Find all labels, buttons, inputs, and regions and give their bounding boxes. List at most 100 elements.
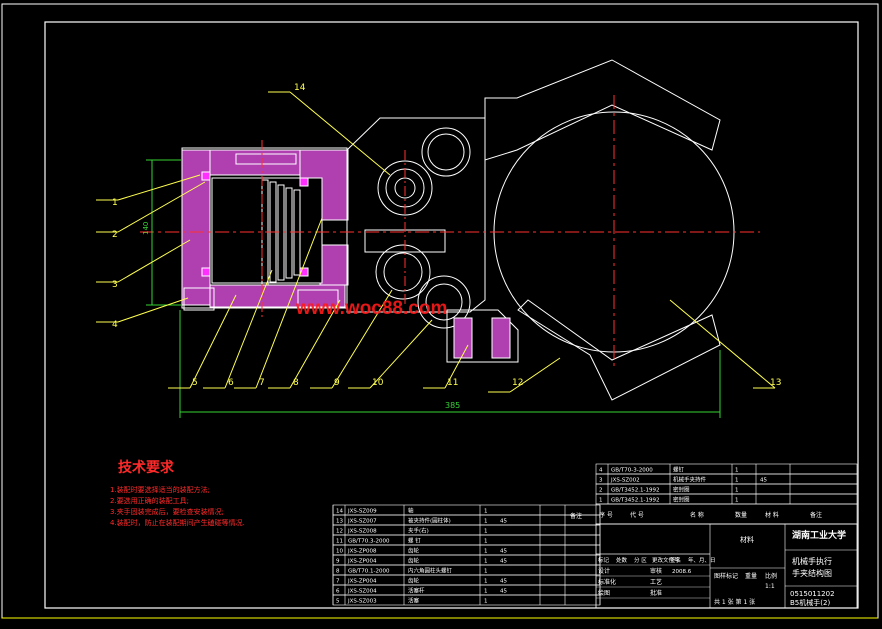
part-name: 齿轮 bbox=[408, 547, 420, 555]
upper-jaw bbox=[484, 59, 721, 161]
part-code: JXS-ZP008 bbox=[347, 549, 377, 555]
gear-upper bbox=[421, 127, 471, 177]
part-qty: 1 bbox=[484, 569, 488, 575]
part-material: 45 bbox=[500, 579, 507, 585]
upper-part-qty: 1 bbox=[735, 468, 739, 474]
tech-requirement-item: 1.装配时要选择适当的装配方法; bbox=[110, 485, 210, 494]
part-name: 被夹持件(圆柱体) bbox=[408, 517, 451, 525]
upper-list-header: 名 称 bbox=[690, 511, 704, 519]
part-name: 轴 bbox=[408, 507, 414, 515]
university-name: 湖南工业大学 bbox=[792, 529, 846, 541]
part-code: JXS-ZP004 bbox=[347, 579, 377, 585]
part-name: 内六角圆柱头螺钉 bbox=[408, 567, 453, 575]
part-qty: 1 bbox=[484, 559, 488, 565]
sheet-info: 共 1 张 第 1 张 bbox=[714, 598, 755, 606]
part-code: JXS-ZP004 bbox=[347, 559, 377, 565]
upper-part-code: GB/T70-3-2000 bbox=[611, 468, 653, 474]
balloon-number: 11 bbox=[447, 378, 458, 388]
upper-part-number: 1 bbox=[599, 498, 603, 504]
balloon-number: 13 bbox=[770, 378, 781, 388]
balloon-number: 14 bbox=[294, 83, 306, 93]
gripper-assembly bbox=[140, 59, 760, 418]
title-row-label: 分 区 bbox=[634, 556, 647, 564]
tech-requirements-title: 技术要求 bbox=[118, 459, 175, 476]
part-name: 齿轮 bbox=[408, 557, 420, 565]
part-number: 10 bbox=[336, 549, 343, 555]
parts-remark-header: 备注 bbox=[570, 512, 582, 520]
balloon-number: 12 bbox=[512, 378, 523, 388]
part-qty: 1 bbox=[484, 509, 488, 515]
part-code: GB/T70.3-2000 bbox=[348, 539, 390, 545]
balloon-number: 3 bbox=[112, 280, 118, 290]
part-qty: 1 bbox=[484, 579, 488, 585]
material-label: 材料 bbox=[740, 535, 754, 544]
part-code: JXS-SZ003 bbox=[347, 599, 377, 605]
upper-part-number: 2 bbox=[599, 488, 603, 494]
balloon-number: 6 bbox=[228, 378, 234, 388]
part-qty: 1 bbox=[484, 589, 488, 595]
title-row-label: 处数 bbox=[616, 556, 628, 564]
part-number: 12 bbox=[336, 529, 343, 535]
upper-part-code: GB/T3452.1-1992 bbox=[611, 498, 659, 504]
upper-list-header: 数量 bbox=[735, 511, 747, 519]
upper-part-qty: 1 bbox=[735, 498, 739, 504]
tech-requirements-list: 1.装配时要选择适当的装配方法; 2.要选用正确的装配工具; 3.夹手固装完成后，要… bbox=[110, 485, 245, 527]
drawing-name-1: 机械手执行 bbox=[792, 556, 832, 566]
dimension-overall-length: 385 bbox=[445, 401, 460, 410]
part-number: 7 bbox=[336, 579, 340, 585]
part-number: 14 bbox=[336, 509, 343, 515]
upper-part-qty: 1 bbox=[735, 478, 739, 484]
part-number: 5 bbox=[336, 599, 340, 605]
upper-part-material: 45 bbox=[760, 478, 767, 484]
part-number: 9 bbox=[336, 559, 340, 565]
part-material: 45 bbox=[500, 589, 507, 595]
balloon-number: 8 bbox=[293, 378, 299, 388]
sign-label: 设计 bbox=[598, 567, 610, 575]
balloon-number: 7 bbox=[259, 378, 265, 388]
upper-part-number: 3 bbox=[599, 478, 603, 484]
upper-part-code: JXS-SZ002 bbox=[610, 478, 640, 484]
sign-label: 审核 bbox=[650, 567, 662, 575]
sheet-title: B5机械手(2) bbox=[790, 598, 830, 607]
title-row-label: 签名 bbox=[670, 556, 681, 564]
part-name: 夹手(右) bbox=[408, 527, 429, 535]
part-qty: 1 bbox=[484, 599, 488, 605]
part-code: JXS-SZ008 bbox=[347, 529, 377, 535]
drawing-name-2: 手夹结构图 bbox=[792, 568, 832, 578]
part-code: GB/T70.1-2000 bbox=[348, 569, 390, 575]
part-number: 11 bbox=[336, 539, 343, 545]
part-qty: 1 bbox=[484, 529, 488, 535]
leader-line bbox=[669, 299, 776, 389]
tech-requirement-item: 4.装配时，防止在装配期间产生磕碰等情况. bbox=[110, 518, 245, 527]
part-name: 齿轮 bbox=[408, 577, 420, 585]
upper-list-header: 序 号 bbox=[599, 511, 613, 519]
title-row-label: 标记 bbox=[598, 556, 610, 564]
sign-label: 工艺 bbox=[650, 578, 662, 586]
balloon-number: 4 bbox=[112, 320, 118, 330]
drawing-number: 0515011202 bbox=[790, 590, 835, 598]
scale-label: 比例 bbox=[765, 572, 777, 580]
dimension-height: 140 bbox=[142, 222, 150, 235]
tech-requirement-item: 2.要选用正确的装配工具; bbox=[110, 496, 189, 505]
part-code: JXS-SZ009 bbox=[347, 509, 377, 515]
upper-part-name: 密封圈 bbox=[673, 496, 690, 504]
leader-line bbox=[117, 239, 191, 283]
balloon-number: 10 bbox=[372, 378, 384, 388]
sign-label: 绘图 bbox=[598, 589, 610, 597]
balloon-number: 9 bbox=[334, 378, 340, 388]
upper-part-number: 4 bbox=[599, 468, 603, 474]
upper-list-header: 备注 bbox=[810, 511, 822, 519]
part-number: 13 bbox=[336, 519, 343, 525]
part-number: 8 bbox=[336, 569, 340, 575]
scale-value: 1:1 bbox=[765, 583, 775, 590]
stage-label: 图样标记 bbox=[714, 572, 738, 580]
design-date: 2008.6 bbox=[672, 569, 692, 575]
balloon-number: 2 bbox=[112, 230, 118, 240]
upper-part-name: 螺钉 bbox=[673, 466, 685, 474]
upper-part-name: 机械手夹持件 bbox=[673, 476, 707, 484]
upper-list-header: 材 料 bbox=[765, 511, 779, 519]
gripper-housing bbox=[346, 117, 486, 313]
part-code: JXS-SZ007 bbox=[347, 519, 377, 525]
title-row-label: 年、月、日 bbox=[688, 556, 716, 564]
part-qty: 1 bbox=[484, 549, 488, 555]
